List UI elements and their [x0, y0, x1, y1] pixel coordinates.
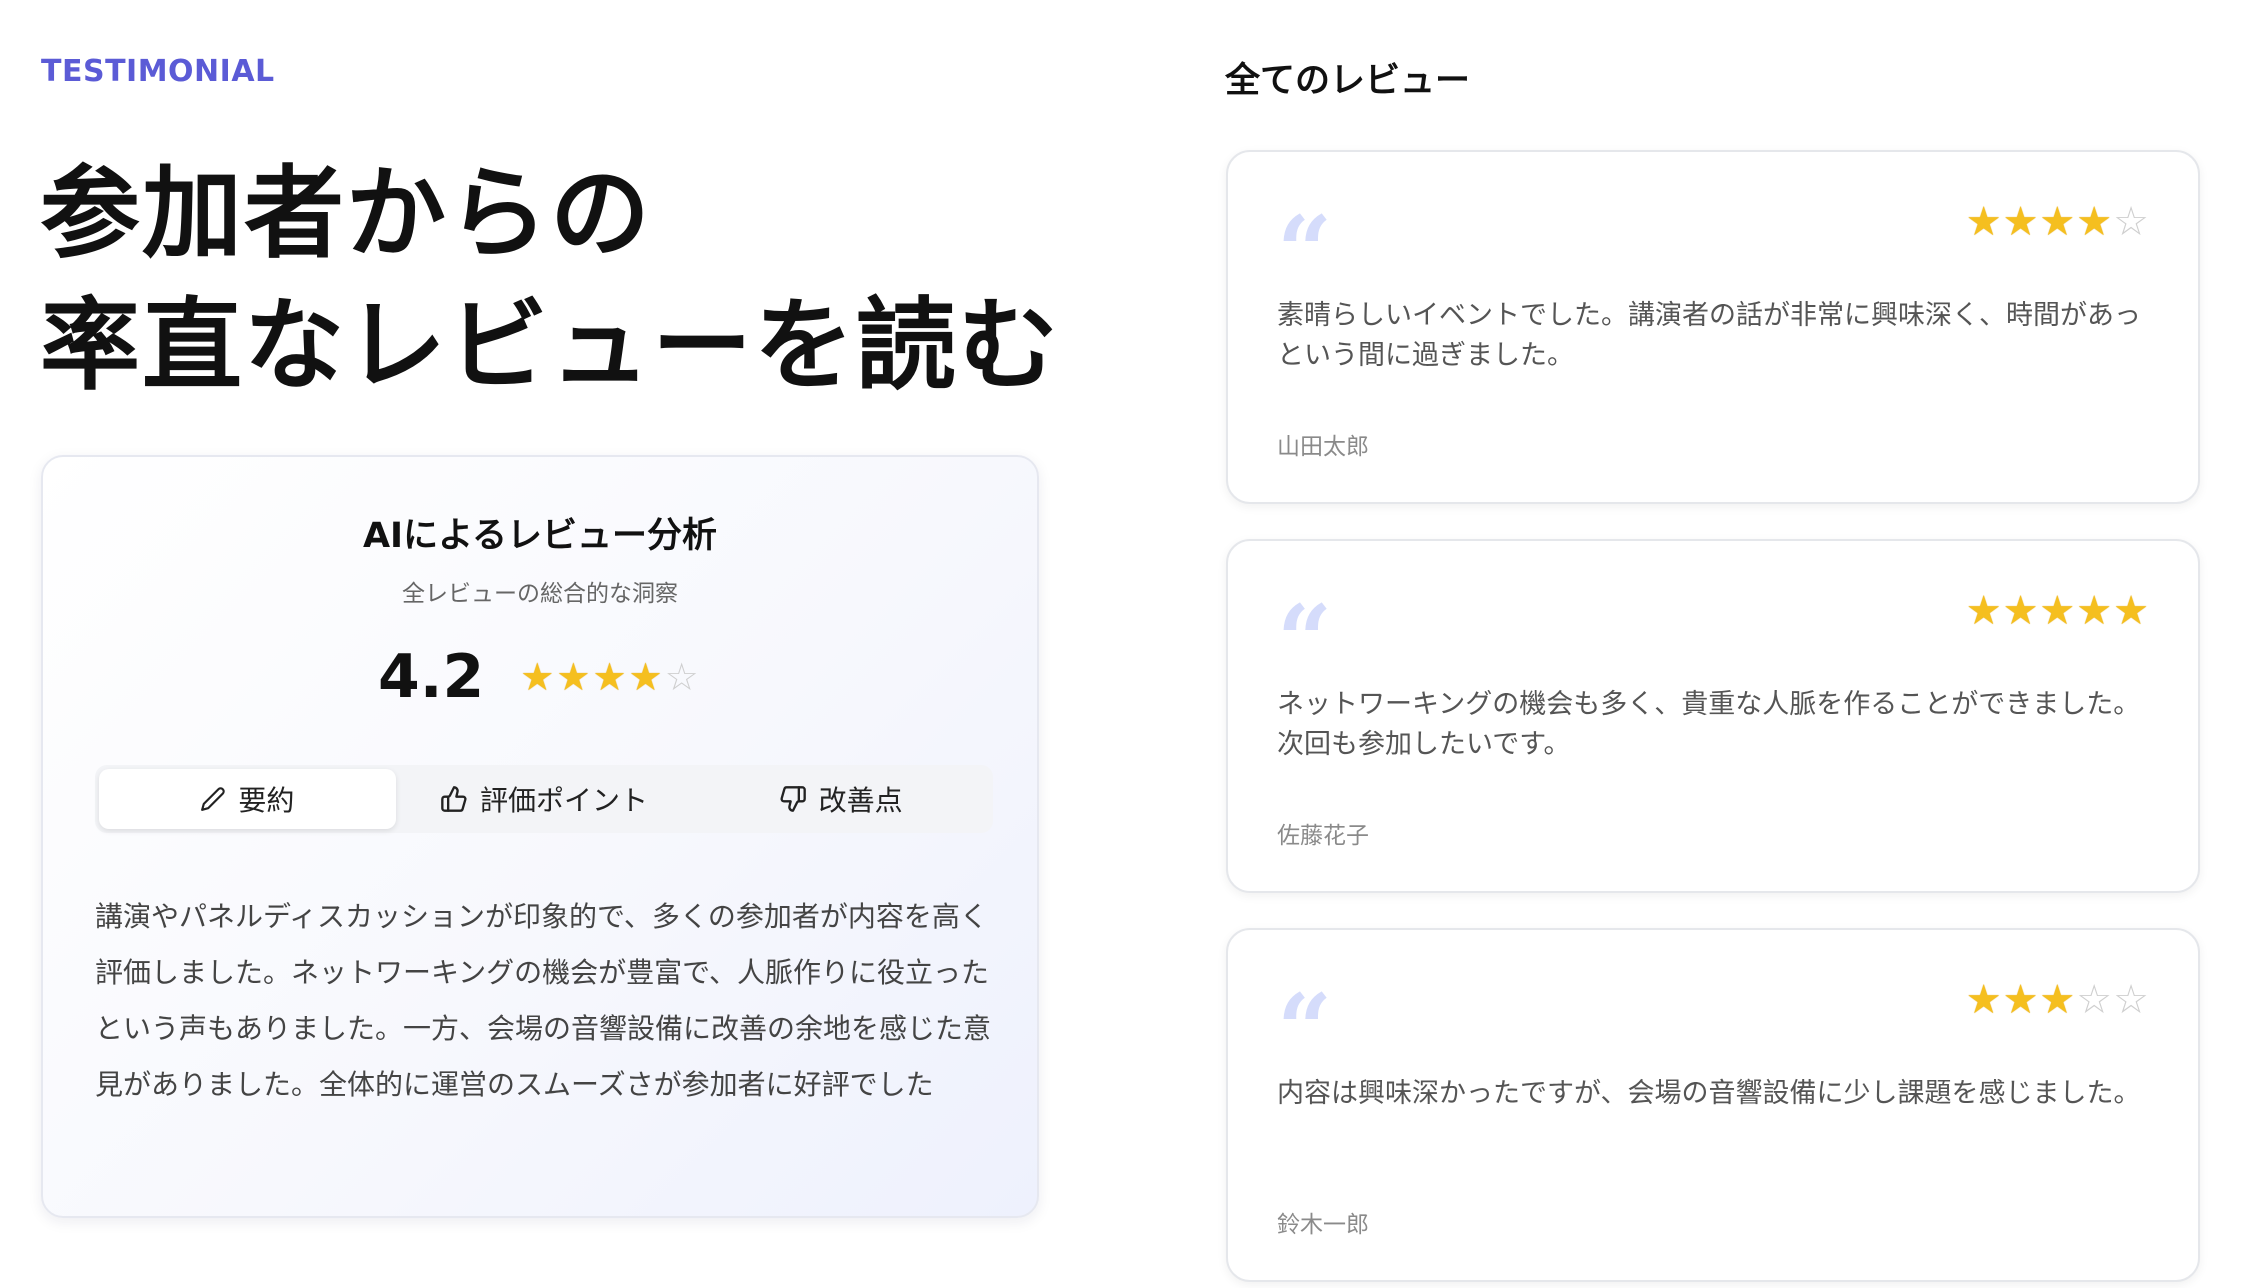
- quote-icon: “: [1277, 973, 1333, 1086]
- star-filled-icon: ★: [520, 655, 555, 699]
- overall-score: 4.2: [378, 642, 485, 712]
- star-filled-icon: ★: [2039, 977, 2076, 1023]
- tab-rating-points-label: 評価ポイント: [480, 784, 649, 817]
- star-filled-icon: ★: [2113, 588, 2149, 634]
- star-filled-icon: ★: [2002, 977, 2039, 1023]
- star-filled-icon: ★: [2039, 199, 2076, 245]
- ai-analysis-card: AIによるレビュー分析 全レビューの総合的な洞察 4.2 ★ ★ ★ ★ ☆ 要約 評価…: [41, 455, 1039, 1218]
- review-text: 素晴らしいイベントでした。講演者の話が非常に興味深く、時間があっという間に過ぎま…: [1277, 300, 2141, 371]
- tab-improvements-label: 改善点: [818, 784, 903, 817]
- tab-rating-points[interactable]: 評価ポイント: [396, 769, 693, 829]
- star-filled-icon: ★: [2039, 588, 2076, 634]
- review-star-rating: ★ ★ ★ ★ ☆: [1966, 202, 2150, 242]
- star-filled-icon: ★: [1965, 199, 2002, 245]
- thumbs-up-icon: [441, 786, 467, 812]
- star-filled-icon: ★: [556, 655, 591, 699]
- star-filled-icon: ★: [2076, 588, 2113, 634]
- review-author: 佐藤花子: [1277, 823, 1369, 849]
- review-star-rating: ★ ★ ★ ☆ ☆: [1966, 980, 2150, 1020]
- star-filled-icon: ★: [2002, 199, 2039, 245]
- tab-summary[interactable]: 要約: [99, 769, 396, 829]
- star-filled-icon: ★: [2002, 588, 2039, 634]
- star-filled-icon: ★: [2076, 199, 2113, 245]
- review-card: “ ★ ★ ★ ★ ★ ネットワーキングの機会も多く、貴重な人脈を作ることができました。…: [1226, 539, 2200, 893]
- star-filled-icon: ★: [1965, 588, 2002, 634]
- star-empty-icon: ☆: [2113, 199, 2149, 245]
- page-title-line-2: 率直なレビューを読む: [40, 287, 1060, 404]
- overall-star-rating: ★ ★ ★ ★ ☆: [520, 658, 700, 696]
- ai-analysis-title: AIによるレビュー分析: [362, 516, 718, 556]
- ai-summary-text: 講演やパネルディスカッションが印象的で、多くの参加者が内容を高く評価しました。ネ…: [95, 900, 992, 1101]
- quote-icon: “: [1277, 584, 1333, 697]
- page-title: 参加者からの 率直なレビューを読む: [40, 148, 1060, 412]
- reviews-heading: 全てのレビュー: [1225, 61, 1471, 101]
- tab-improvements[interactable]: 改善点: [692, 769, 989, 829]
- thumbs-down-icon: [780, 786, 806, 812]
- review-text: 内容は興味深かったですが、会場の音響設備に少し課題を感じました。: [1277, 1078, 2141, 1109]
- star-empty-icon: ☆: [2113, 977, 2149, 1023]
- ai-analysis-subtitle: 全レビューの総合的な洞察: [402, 581, 678, 607]
- overall-rating: 4.2 ★ ★ ★ ★ ☆: [378, 642, 701, 712]
- quote-icon: “: [1277, 195, 1333, 308]
- review-author: 鈴木一郎: [1277, 1212, 1369, 1238]
- review-text: ネットワーキングの機会も多く、貴重な人脈を作ることができました。次回も参加したい…: [1277, 689, 2141, 760]
- analysis-tabs: 要約 評価ポイント 改善点: [95, 765, 993, 833]
- testimonial-section: TESTIMONIAL 参加者からの 率直なレビューを読む AIによるレビュー分…: [0, 0, 2246, 1288]
- review-card: “ ★ ★ ★ ★ ☆ 素晴らしいイベントでした。講演者の話が非常に興味深く、時間があっ…: [1226, 150, 2200, 504]
- review-star-rating: ★ ★ ★ ★ ★: [1966, 591, 2150, 631]
- pencil-icon: [201, 787, 226, 811]
- tab-summary-label: 要約: [238, 784, 295, 817]
- star-filled-icon: ★: [592, 655, 627, 699]
- review-card: “ ★ ★ ★ ☆ ☆ 内容は興味深かったですが、会場の音響設備に少し課題を感じました。…: [1226, 928, 2200, 1282]
- page-title-line-1: 参加者からの: [40, 155, 652, 272]
- star-empty-icon: ☆: [2076, 977, 2113, 1023]
- star-filled-icon: ★: [628, 655, 663, 699]
- star-empty-icon: ☆: [664, 655, 699, 699]
- section-eyebrow: TESTIMONIAL: [41, 54, 275, 89]
- review-author: 山田太郎: [1277, 434, 1369, 460]
- star-filled-icon: ★: [1965, 977, 2002, 1023]
